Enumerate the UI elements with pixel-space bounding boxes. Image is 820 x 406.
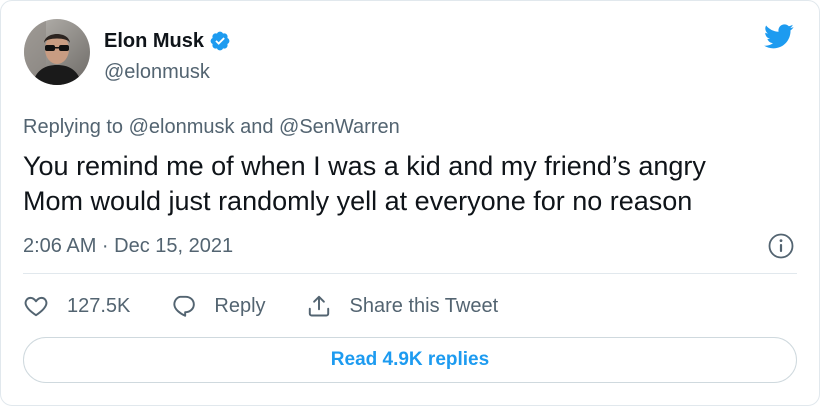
tweet-card: Elon Musk @elonmusk Replying to @elonmus…: [0, 0, 820, 406]
read-replies-button[interactable]: Read 4.9K replies: [23, 337, 797, 383]
tweet-text-line: You remind me of when I was a kid and my…: [23, 151, 706, 181]
action-bar: 127.5K Reply Share this Tweet: [23, 291, 538, 321]
share-upload-icon: [308, 295, 329, 317]
reply-label: Reply: [214, 294, 266, 317]
speech-bubble-icon: [173, 295, 196, 317]
tweet-text-line: Mom would just randomly yell at everyone…: [23, 186, 693, 216]
share-button[interactable]: Share this Tweet: [306, 293, 499, 319]
like-button[interactable]: 127.5K: [23, 293, 130, 319]
like-count: 127.5K: [67, 294, 131, 317]
mention-link-elonmusk[interactable]: @elonmusk: [129, 116, 235, 138]
avatar-image: [24, 19, 90, 85]
heart-icon: [24, 296, 48, 317]
info-icon[interactable]: [767, 232, 795, 260]
replying-to-context: Replying to @elonmusk and @SenWarren: [23, 115, 400, 139]
share-label: Share this Tweet: [349, 294, 499, 317]
verified-badge-icon: [209, 30, 231, 52]
tweet-timestamp[interactable]: 2:06 AM · Dec 15, 2021: [23, 234, 233, 258]
replying-prefix: Replying to: [23, 116, 124, 138]
divider: [23, 273, 797, 274]
tweet-text: You remind me of when I was a kid and my…: [23, 149, 803, 219]
reply-button[interactable]: Reply: [170, 293, 266, 319]
author-name-row[interactable]: Elon Musk: [104, 29, 231, 53]
avatar[interactable]: [24, 19, 90, 85]
replying-conjunction: and: [240, 116, 274, 138]
twitter-bird-icon[interactable]: [761, 21, 797, 51]
author-name[interactable]: Elon Musk: [104, 29, 204, 53]
mention-link-senwarren[interactable]: @SenWarren: [279, 116, 400, 138]
author-handle[interactable]: @elonmusk: [104, 60, 210, 84]
